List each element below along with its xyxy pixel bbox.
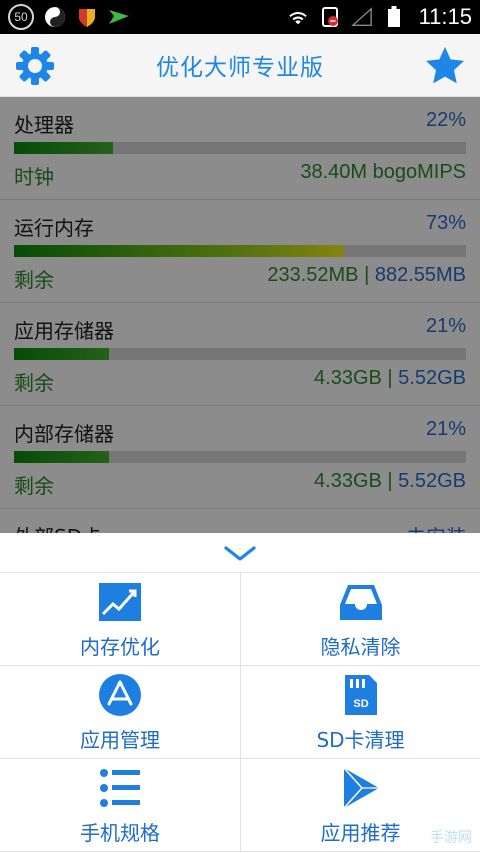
- action-phone-specs[interactable]: 手机规格: [0, 759, 240, 852]
- list-icon: [97, 765, 143, 811]
- gear-icon: [16, 47, 54, 85]
- action-label: 应用推荐: [320, 820, 401, 845]
- stat-name: 运行内存: [14, 216, 94, 240]
- stat-percent: 21%: [425, 315, 466, 337]
- action-app-manager[interactable]: 应用管理: [0, 666, 240, 759]
- stat-percent: 21%: [425, 418, 466, 440]
- star-icon: [426, 47, 464, 84]
- action-memory-optimize[interactable]: 内存优化: [0, 573, 240, 666]
- usage-bar-fill: [14, 245, 344, 257]
- sd-card-icon: SD: [338, 672, 384, 718]
- stat-ram: 运行内存 73% 剩余 233.52MB | 882.55MB: [0, 200, 480, 303]
- action-label: 隐私清除: [320, 634, 401, 659]
- stat-name: 处理器: [14, 113, 74, 137]
- stat-sub-label: 剩余: [14, 371, 54, 395]
- tray-icon: [338, 579, 384, 625]
- free-value: 4.33GB: [314, 470, 382, 492]
- usage-bar-fill: [14, 451, 109, 463]
- usage-bar: [14, 245, 466, 257]
- total-value: 5.52GB: [398, 367, 466, 389]
- action-label: 手机规格: [80, 820, 160, 845]
- notification-count-badge: 50: [8, 4, 34, 30]
- stat-sub-value: 38.40M bogoMIPS: [300, 161, 466, 184]
- app-bar: 优化大师专业版: [0, 34, 480, 97]
- stat-sub-label: 剩余: [14, 268, 54, 292]
- shield-icon: [76, 6, 98, 28]
- paper-plane-icon: [108, 6, 130, 28]
- stat-cpu: 处理器 22% 时钟 38.40M bogoMIPS: [0, 97, 480, 200]
- free-value: 233.52MB: [267, 264, 359, 286]
- battery-icon: [383, 6, 405, 28]
- stat-sub-label: 时钟: [14, 165, 54, 189]
- action-label: 应用管理: [80, 727, 160, 752]
- action-label: SD卡清理: [316, 727, 405, 752]
- stat-name: 外部SD卡: [14, 521, 102, 533]
- action-sheet: 内存优化 隐私清除 应用管理 SD SD卡清理 手机规格 应用推荐 手游网: [0, 533, 480, 853]
- usage-bar: [14, 348, 466, 360]
- stat-internal-storage: 内部存储器 21% 剩余 4.33GB | 5.52GB: [0, 406, 480, 509]
- signal-icon: [350, 6, 373, 28]
- wifi-icon: [287, 6, 309, 28]
- stat-sub-value: 233.52MB | 882.55MB: [267, 264, 466, 286]
- stat-status: 未安装: [406, 521, 466, 533]
- settings-button[interactable]: [14, 45, 56, 87]
- system-stats-list: 处理器 22% 时钟 38.40M bogoMIPS 运行内存 73% 剩余 2…: [0, 97, 480, 533]
- usage-bar-fill: [14, 142, 114, 154]
- stat-percent: 22%: [425, 109, 466, 131]
- stat-name: 内部存储器: [14, 422, 114, 446]
- watermark: 手游网: [430, 830, 472, 846]
- action-grid: 内存优化 隐私清除 应用管理 SD SD卡清理 手机规格 应用推荐: [0, 573, 480, 853]
- collapse-button[interactable]: [0, 533, 480, 573]
- action-sd-clean[interactable]: SD SD卡清理: [240, 666, 480, 759]
- play-icon: [338, 765, 384, 811]
- chart-icon: [97, 579, 143, 625]
- no-sim-icon: [319, 6, 341, 28]
- status-bar: 50 11:15: [0, 0, 480, 34]
- svg-text:SD: SD: [353, 698, 368, 710]
- app-store-icon: [97, 672, 143, 718]
- usage-bar: [14, 142, 466, 154]
- app-title: 优化大师专业版: [156, 55, 324, 81]
- stat-external-sd: 外部SD卡 未安装: [0, 509, 480, 533]
- stat-percent: 73%: [425, 212, 466, 234]
- action-privacy-clean[interactable]: 隐私清除: [240, 573, 480, 666]
- free-value: 4.33GB: [314, 367, 382, 389]
- clock: 11:15: [418, 4, 472, 29]
- action-label: 内存优化: [80, 634, 160, 659]
- yin-yang-icon: [44, 6, 66, 28]
- favorite-button[interactable]: [424, 45, 466, 87]
- usage-bar-fill: [14, 348, 109, 360]
- usage-bar: [14, 451, 466, 463]
- clock-speed-value: 38.40M bogoMIPS: [300, 161, 466, 183]
- stat-sub-value: 4.33GB | 5.52GB: [314, 367, 466, 389]
- stat-sub-label: 剩余: [14, 474, 54, 498]
- total-value: 882.55MB: [374, 264, 466, 286]
- stat-sub-value: 4.33GB | 5.52GB: [314, 470, 466, 492]
- total-value: 5.52GB: [398, 470, 466, 492]
- chevron-down-icon: [224, 545, 256, 561]
- stat-name: 应用存储器: [14, 319, 114, 343]
- stat-app-storage: 应用存储器 21% 剩余 4.33GB | 5.52GB: [0, 303, 480, 406]
